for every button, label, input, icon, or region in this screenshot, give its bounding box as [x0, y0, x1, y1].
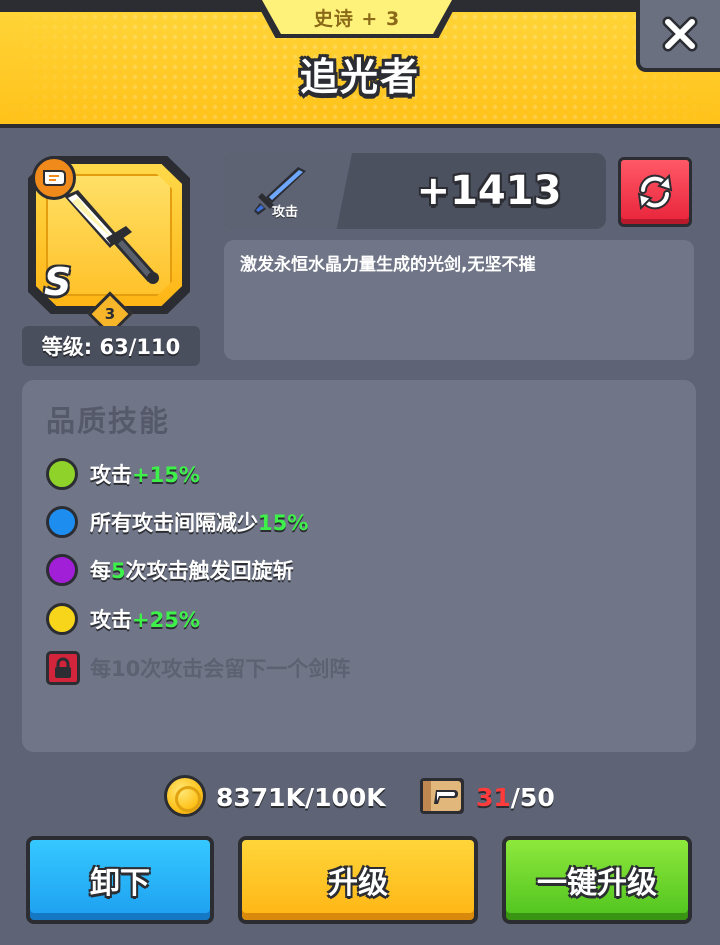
coin-count: 8371K/100K: [216, 783, 386, 812]
skill-prefix: 每: [90, 559, 111, 583]
unequip-button[interactable]: 卸下: [26, 836, 214, 924]
one-click-upgrade-button[interactable]: 一键升级: [502, 836, 692, 924]
rarity-tab: 史诗 + 3: [262, 0, 452, 34]
skill-suffix: 次攻击触发回旋斩: [125, 559, 294, 583]
scroll-icon: [420, 778, 464, 814]
item-title: 追光者: [299, 55, 420, 99]
item-description: 激发永恒水晶力量生成的光剑,无坚不摧: [240, 255, 536, 275]
coin-icon: [164, 775, 206, 817]
skill-text: 所有攻击间隔减少15%: [90, 507, 308, 537]
skill-dot-icon: [46, 458, 78, 490]
grade-letter: S: [44, 260, 72, 304]
skill-text: 每10次攻击会留下一个剑阵: [90, 657, 351, 681]
description-box: 激发永恒水晶力量生成的光剑,无坚不摧: [224, 240, 694, 360]
skill-highlight: 5: [111, 559, 126, 583]
scroll-need: /50: [510, 783, 555, 812]
skill-text: 攻击+25%: [90, 604, 200, 634]
skills-title: 品质技能: [46, 404, 171, 438]
skill-prefix: 攻击: [90, 608, 132, 632]
skill-item: 攻击+25%: [46, 601, 200, 637]
refresh-button[interactable]: [618, 157, 692, 227]
upgrade-button[interactable]: 升级: [238, 836, 478, 924]
skill-dot-icon: [46, 506, 78, 538]
lock-icon: [46, 651, 80, 685]
skill-highlight: +15%: [132, 463, 200, 487]
refresh-icon: [637, 173, 673, 211]
skill-item: 所有攻击间隔减少15%: [46, 504, 308, 540]
attack-value: +1413: [416, 168, 562, 214]
scroll-badge: [32, 156, 76, 200]
skill-highlight: 15%: [258, 511, 309, 535]
skill-prefix: 所有攻击间隔减少: [90, 511, 258, 535]
scroll-count: 31/50: [476, 778, 555, 818]
skill-dot-icon: [46, 554, 78, 586]
skill-prefix: 攻击: [90, 463, 132, 487]
stat-icon-area: 攻击: [224, 153, 352, 229]
close-button[interactable]: [636, 0, 720, 72]
skill-text: 攻击+15%: [90, 459, 200, 489]
item-level: 等级: 63/110: [22, 326, 200, 366]
skill-text: 每5次攻击触发回旋斩: [90, 555, 294, 585]
scroll-icon: [43, 170, 66, 186]
skill-item: 每5次攻击触发回旋斩: [46, 552, 294, 588]
skill-highlight: +25%: [132, 608, 200, 632]
stat-label: 攻击: [272, 205, 299, 220]
close-icon: [662, 16, 698, 52]
rarity-label: 史诗 + 3: [313, 7, 401, 30]
skill-item: 攻击+15%: [46, 456, 200, 492]
attack-stat-box: 攻击 +1413: [224, 153, 606, 229]
scroll-have: 31: [476, 783, 511, 812]
skill-item-locked: 每10次攻击会留下一个剑阵: [46, 650, 350, 686]
skill-dot-icon: [46, 603, 78, 635]
